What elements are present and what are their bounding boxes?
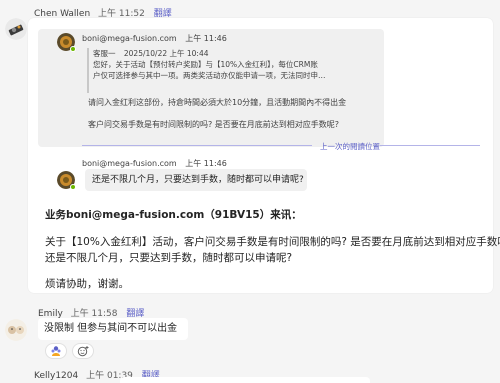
add-reaction-icon bbox=[77, 346, 89, 357]
reading-position-label: 上一次的閱讀位置 bbox=[320, 142, 380, 151]
sender-name: Kelly1204 bbox=[34, 371, 79, 381]
message-card[interactable] bbox=[120, 377, 370, 383]
avatar[interactable] bbox=[5, 18, 27, 40]
add-reaction-button[interactable] bbox=[72, 343, 94, 359]
message-line: 还是不限几个月，只要达到手数，随时都可以申请呢? bbox=[45, 252, 293, 264]
message-closing: 烦请协助，谢谢。 bbox=[45, 278, 129, 290]
quote-header: boni@mega-fusion.com 上午 11:46 bbox=[82, 33, 227, 44]
online-status-icon bbox=[70, 184, 76, 190]
message-bubble[interactable]: 没限制 但参与其间不可以出金 bbox=[38, 318, 188, 340]
reading-position-divider bbox=[82, 145, 312, 146]
nested-quote-line: 户仅可选择参与其中一项。两类奖活动亦仅能申请一项，无法同时申… bbox=[93, 71, 326, 80]
online-status-icon bbox=[70, 46, 76, 52]
message-heading: 业务boni@mega-fusion.com（91BV15）来讯： bbox=[45, 209, 302, 221]
reading-position-divider bbox=[380, 145, 480, 146]
reply-quote-time: 上午 11:46 bbox=[185, 159, 227, 168]
quote-line: 客户问交易手数是有时间限制的吗? 是否要在月底前达到相对应手数呢? bbox=[88, 120, 340, 129]
reaction-button[interactable] bbox=[45, 343, 67, 359]
avatar-image-icon bbox=[5, 319, 27, 341]
reply-quote-text[interactable]: 还是不限几个月，只要达到手数，随时都可以申请呢? bbox=[85, 169, 307, 191]
nested-quote: 客服一 2025/10/22 上午 10:44 您好，关于活动【预付转户奖励】与… bbox=[87, 48, 355, 93]
quote-line: 请问入金红利这部份，持倉時間必須大於10分鐘，且活動期間內不得出金 bbox=[88, 98, 347, 107]
nested-quote-date: 2025/10/22 上午 10:44 bbox=[123, 49, 209, 58]
quote-time: 上午 11:46 bbox=[185, 34, 227, 43]
avatar[interactable] bbox=[5, 319, 27, 341]
reply-quote-header: boni@mega-fusion.com 上午 11:46 bbox=[82, 158, 227, 169]
quote-sender: boni@mega-fusion.com bbox=[82, 34, 177, 43]
avatar-image-icon bbox=[5, 18, 27, 40]
user-group-reaction-icon bbox=[51, 346, 61, 356]
message-line: 关于【10%入金红利】活动，客户问交易手数是有时间限制的吗? 是否要在月底前达到… bbox=[45, 236, 500, 248]
reply-quote-sender: boni@mega-fusion.com bbox=[82, 159, 177, 168]
nested-quote-line: 您好，关于活动【预付转户奖励】与【10%入金红利】，每位CRM账 bbox=[93, 60, 318, 69]
nested-quote-sender: 客服一 bbox=[93, 49, 116, 58]
